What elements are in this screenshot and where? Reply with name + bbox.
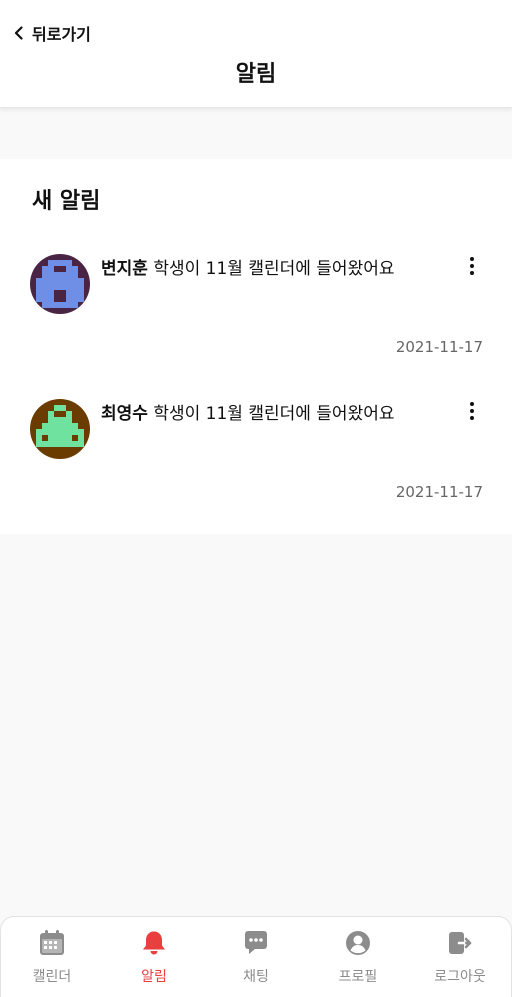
chevron-left-icon	[14, 26, 23, 40]
notification-item[interactable]: 변지훈 학생이 11월 캘린더에 들어왔어요 2021-11-17	[0, 254, 512, 374]
notification-panel: 새 알림 변지훈 학생이 11월 캘린더에 들어왔어요 2021-11-17 최…	[0, 159, 512, 534]
calendar-icon	[40, 930, 64, 955]
more-dot-icon	[470, 416, 474, 420]
profile-icon	[346, 931, 370, 955]
notification-message: 학생이 11월 캘린더에 들어왔어요	[147, 259, 395, 279]
notification-text: 변지훈 학생이 11월 캘린더에 들어왔어요	[101, 257, 451, 281]
more-dot-icon	[470, 264, 474, 268]
section-title: 새 알림	[32, 189, 101, 214]
tab-label: 채팅	[243, 969, 269, 985]
back-button[interactable]: 뒤로가기	[12, 20, 91, 46]
tab-label: 캘린더	[32, 969, 72, 985]
more-options-button[interactable]	[462, 399, 482, 423]
tab-notifications[interactable]: 알림	[103, 917, 205, 997]
bottom-tab-bar: 캘린더 알림 채팅 프로필 로그아웃	[0, 916, 512, 997]
page-title: 알림	[235, 62, 277, 87]
tab-profile[interactable]: 프로필	[307, 917, 409, 997]
more-dot-icon	[470, 409, 474, 413]
tab-label: 프로필	[338, 969, 378, 985]
more-dot-icon	[470, 271, 474, 275]
avatar	[30, 399, 90, 459]
tab-chat[interactable]: 채팅	[205, 917, 307, 997]
back-label: 뒤로가기	[32, 25, 91, 44]
notification-message: 학생이 11월 캘린더에 들어왔어요	[147, 404, 395, 424]
logout-icon	[449, 932, 472, 954]
notification-date: 2021-11-17	[395, 483, 483, 501]
tab-calendar[interactable]: 캘린더	[1, 917, 103, 997]
more-dot-icon	[470, 257, 474, 261]
notification-text: 최영수 학생이 11월 캘린더에 들어왔어요	[101, 402, 451, 426]
chat-icon	[245, 931, 267, 954]
tab-label: 알림	[141, 969, 167, 985]
top-header: 뒤로가기 알림	[0, 0, 512, 108]
more-options-button[interactable]	[462, 254, 482, 278]
tab-label: 로그아웃	[434, 969, 486, 985]
student-name: 최영수	[101, 404, 148, 424]
avatar	[30, 254, 90, 314]
notification-item[interactable]: 최영수 학생이 11월 캘린더에 들어왔어요 2021-11-17	[0, 399, 512, 519]
student-name: 변지훈	[101, 259, 148, 279]
notification-date: 2021-11-17	[395, 338, 483, 356]
bell-icon	[143, 931, 165, 955]
tab-logout[interactable]: 로그아웃	[409, 917, 511, 997]
more-dot-icon	[470, 402, 474, 406]
